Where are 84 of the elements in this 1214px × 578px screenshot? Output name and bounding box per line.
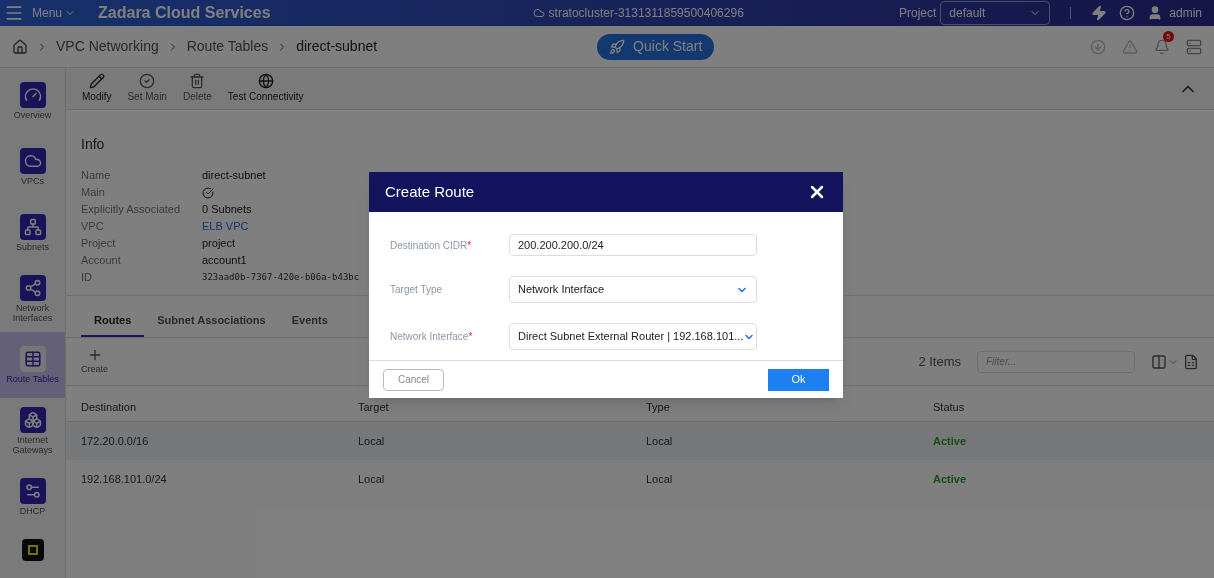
nav-icon <box>19 275 46 301</box>
info-label: Name <box>81 168 112 184</box>
cluster-name: stratocluster-3131311859500406296 <box>548 5 744 22</box>
column-header: Destination <box>81 400 138 416</box>
sidebar-item[interactable]: Subnets <box>0 200 65 266</box>
nav-icon <box>19 346 46 372</box>
nav-icon <box>19 82 46 108</box>
project-label: Project <box>898 5 937 22</box>
info-value: project <box>202 236 236 252</box>
input-field[interactable]: 200.200.200.0/24 <box>509 234 757 256</box>
toolbar-button[interactable]: Test Connectivity <box>227 73 304 104</box>
sidebar-item[interactable]: Network Interfaces <box>0 266 65 332</box>
table-cell-text: Local <box>358 433 386 449</box>
item-count: 2 Items <box>918 352 961 371</box>
info-label: Explicitly Associated <box>81 202 182 218</box>
info-value: account1 <box>202 253 247 269</box>
ok-button[interactable]: Ok <box>768 368 829 391</box>
info-label: Main <box>81 185 106 201</box>
column-header: Type <box>646 400 671 416</box>
create-button[interactable]: Create <box>81 346 108 377</box>
info-label: Project <box>81 236 117 252</box>
sidebar-item[interactable]: Internet Gateways <box>0 398 65 464</box>
project-select[interactable]: default <box>940 1 1051 25</box>
pencil-icon <box>88 73 105 89</box>
server-icon[interactable] <box>1186 38 1202 55</box>
info-value: 323aad0b-7367-420e-b06a-b43bc <box>202 270 360 284</box>
nav-icon <box>19 214 46 240</box>
table-cell-text: Local <box>646 471 674 487</box>
select-field[interactable]: Direct Subnet External Router | 192.168.101... <box>509 323 757 350</box>
brand-title: Zadara Cloud Services <box>98 3 271 23</box>
sidebar-item[interactable]: Overview <box>0 68 65 134</box>
breadcrumb-item: direct-subnet <box>296 37 378 56</box>
table-cell-text: Local <box>646 433 674 449</box>
field-label: Target Type <box>390 283 444 297</box>
bell-icon[interactable] <box>1154 38 1170 55</box>
columns-icon[interactable] <box>1151 353 1167 370</box>
table-cell-text: Active <box>933 433 968 449</box>
info-label: ID <box>81 270 93 286</box>
globe-icon <box>257 73 274 89</box>
menu-icon[interactable] <box>4 3 24 23</box>
nav-icon <box>19 148 46 174</box>
info-title: Info <box>81 135 106 154</box>
info-label: VPC <box>81 219 105 235</box>
field-label: Destination CIDR* <box>390 238 473 253</box>
nav-icon <box>19 478 46 504</box>
user-name[interactable]: admin <box>1169 4 1202 22</box>
menu-button[interactable]: Menu <box>32 4 77 22</box>
info-value: direct-subnet <box>202 168 266 184</box>
lightning-icon[interactable] <box>1091 5 1108 21</box>
quick-start-button[interactable]: Quick Start <box>597 33 715 60</box>
info-value: 0 Subnets <box>202 202 252 218</box>
breadcrumb-item[interactable]: Route Tables <box>186 36 269 57</box>
home-icon[interactable] <box>12 38 28 55</box>
field-label: Network Interface* <box>390 330 474 344</box>
table-cell-text: Active <box>933 471 968 487</box>
rocket-icon <box>609 38 626 55</box>
table-cell-text: 172.20.0.0/16 <box>81 433 150 449</box>
required-marker: * <box>467 239 472 251</box>
table-cell-text: 192.168.101.0/24 <box>81 471 168 487</box>
vpc-link[interactable]: ELB VPC <box>202 218 249 235</box>
info-label: Account <box>81 253 122 269</box>
select-field[interactable]: Network Interface <box>509 276 757 303</box>
required-marker: * <box>468 331 473 342</box>
tab[interactable]: Routes <box>81 311 145 337</box>
logo-icon <box>21 539 44 561</box>
table-cell-text: Local <box>358 471 386 487</box>
sidebar-item[interactable]: Route Tables <box>0 332 65 398</box>
check-icon <box>139 73 156 89</box>
tab[interactable]: Events <box>278 311 341 337</box>
cancel-button[interactable]: Cancel <box>383 368 444 391</box>
sidebar-item[interactable]: DHCP <box>0 464 65 530</box>
nav-icon <box>19 407 46 433</box>
cloud-icon <box>532 7 545 19</box>
column-header: Status <box>933 400 966 416</box>
spreadsheet-icon[interactable] <box>1183 353 1199 370</box>
dialog-title: Create Route <box>385 181 475 202</box>
breadcrumb-item[interactable]: VPC Networking <box>56 36 159 57</box>
sidebar-item[interactable]: VPCs <box>0 134 65 200</box>
trash-icon <box>189 73 206 89</box>
notification-badge: 5 <box>1163 30 1174 42</box>
toolbar-button[interactable]: Modify <box>82 73 112 104</box>
tab[interactable]: Subnet Associations <box>144 311 279 337</box>
column-header: Target <box>358 400 390 416</box>
help-icon[interactable] <box>1119 5 1136 21</box>
